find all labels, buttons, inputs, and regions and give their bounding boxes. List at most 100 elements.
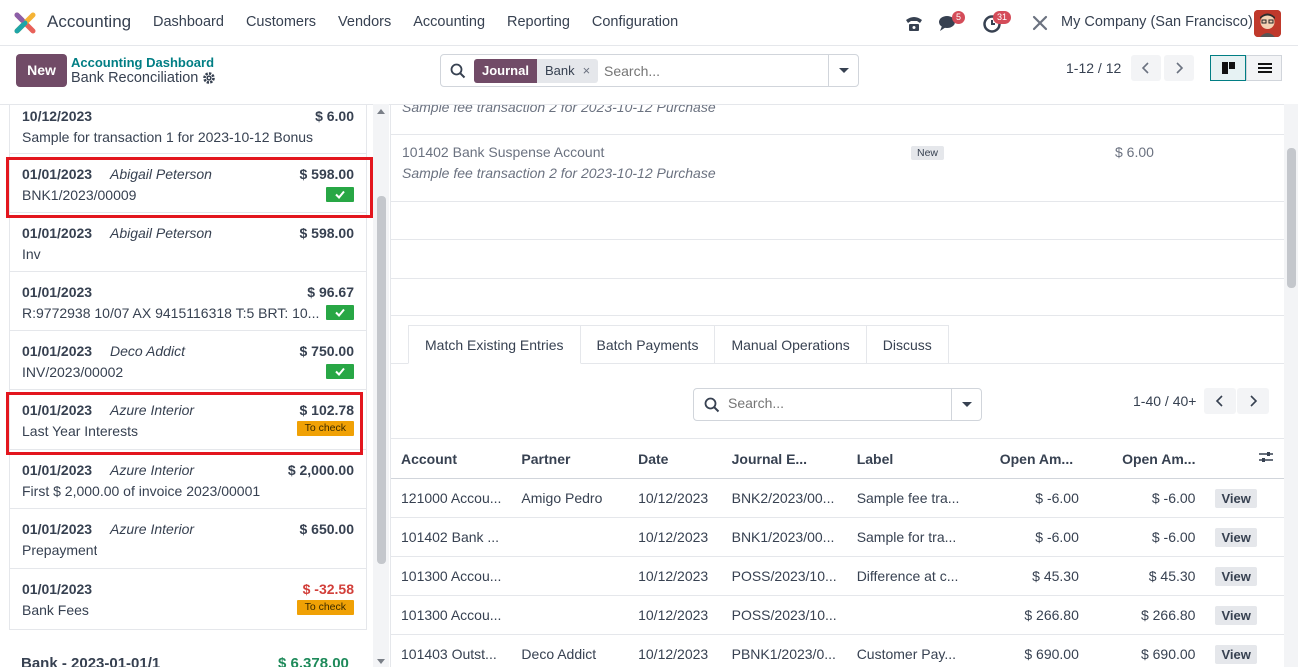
app-name[interactable]: Accounting	[47, 12, 131, 32]
table-row[interactable]: 101402 Bank ... 10/12/2023 BNK1/2023/00.…	[391, 517, 1284, 557]
statement-line[interactable]: 10/12/2023 $ 6.00 Sample for transaction…	[9, 105, 367, 154]
column-header-label[interactable]: Label	[846, 438, 990, 479]
line-label: INV/2023/00002	[22, 364, 124, 380]
pager-next-button[interactable]	[1164, 55, 1194, 81]
suspense-account-label[interactable]: 101402 Bank Suspense Account	[402, 144, 604, 160]
left-scrollbar[interactable]	[373, 104, 389, 667]
entries-pager-next-button[interactable]	[1237, 388, 1269, 414]
line-date: 01/01/2023	[22, 225, 93, 241]
entries-pager-previous-button[interactable]	[1204, 388, 1236, 414]
kanban-view-button[interactable]	[1210, 55, 1246, 81]
cell-date: 10/12/2023	[628, 595, 722, 635]
menu-dashboard[interactable]: Dashboard	[153, 14, 224, 30]
line-amount: $ 6.00	[315, 108, 354, 124]
search-options-toggle[interactable]	[828, 55, 858, 86]
scrollbar-thumb[interactable]	[1287, 148, 1296, 288]
cell-open-amount: $ -6.00	[989, 517, 1089, 557]
table-row[interactable]: 121000 Accou... Amigo Pedro 10/12/2023 B…	[391, 478, 1284, 518]
list-view-button[interactable]	[1246, 55, 1282, 81]
accounting-app-icon[interactable]	[14, 12, 36, 34]
company-switcher[interactable]: My Company (San Francisco)	[1061, 14, 1253, 30]
menu-configuration[interactable]: Configuration	[592, 14, 678, 30]
user-avatar[interactable]	[1254, 10, 1281, 37]
pager-previous-button[interactable]	[1131, 55, 1161, 81]
statement-group-title[interactable]: Bank - 2023-01-01/1	[21, 655, 160, 667]
line-date: 01/01/2023	[22, 343, 93, 359]
line-label: Sample for transaction 1 for 2023-10-12 …	[22, 129, 314, 145]
tab-batch-payments[interactable]: Batch Payments	[580, 325, 716, 364]
cell-open-amount: $ 266.80	[989, 595, 1089, 635]
cell-label: Sample for tra...	[846, 517, 990, 557]
scrollbar-thumb[interactable]	[377, 196, 386, 564]
entries-search-input[interactable]	[728, 395, 938, 411]
menu-reporting[interactable]: Reporting	[507, 14, 570, 30]
cell-journal-entry: BNK2/2023/00...	[721, 478, 847, 518]
entries-search-options-toggle[interactable]	[951, 389, 981, 420]
breadcrumb-parent[interactable]: Accounting Dashboard	[71, 55, 214, 70]
search-input[interactable]	[604, 61, 824, 81]
cell-account: 101300 Accou...	[391, 556, 512, 596]
table-row[interactable]: 101300 Accou... 10/12/2023 POSS/2023/10.…	[391, 595, 1284, 635]
right-scrollbar[interactable]	[1284, 104, 1298, 667]
menu-accounting[interactable]: Accounting	[413, 14, 485, 30]
cell-label: Sample fee tra...	[846, 478, 990, 518]
new-button[interactable]: New	[16, 54, 67, 87]
pager-value[interactable]: 1-12 / 12	[1066, 60, 1121, 76]
statement-line[interactable]: 01/01/2023 Abigail Peterson $ 598.00 Inv	[9, 213, 367, 272]
statement-line[interactable]: 01/01/2023 Azure Interior $ 650.00 Prepa…	[9, 509, 367, 569]
menu-vendors[interactable]: Vendors	[338, 14, 391, 30]
new-badge: New	[911, 146, 945, 160]
cell-account: 101402 Bank ...	[391, 517, 512, 557]
statement-line[interactable]: 01/01/2023 $ 96.67 R:9772938 10/07 AX 94…	[9, 272, 367, 331]
cell-open-amount-currency: $ 45.30	[1088, 556, 1206, 596]
suspense-line-amount: $ 6.00	[1115, 144, 1154, 160]
main-menu: Dashboard Customers Vendors Accounting R…	[153, 14, 700, 30]
column-header-journal-entry[interactable]: Journal E...	[721, 438, 847, 479]
menu-customers[interactable]: Customers	[246, 14, 316, 30]
table-row[interactable]: 101300 Accou... 10/12/2023 POSS/2023/10.…	[391, 556, 1284, 596]
column-header-partner[interactable]: Partner	[511, 438, 629, 479]
bank-statement-lines-panel: 10/12/2023 $ 6.00 Sample for transaction…	[0, 104, 390, 667]
line-date: 01/01/2023	[22, 581, 93, 597]
search-icon	[450, 63, 466, 79]
column-header-open-amount[interactable]: Open Am...	[989, 438, 1089, 479]
breadcrumb-current: Bank Reconciliation	[71, 70, 199, 86]
cell-open-amount-currency: $ 266.80	[1088, 595, 1206, 635]
facet-remove-icon[interactable]: ×	[583, 63, 591, 78]
view-button[interactable]: View	[1215, 605, 1257, 625]
chevron-left-icon	[1141, 62, 1149, 74]
optional-columns-icon[interactable]	[1258, 450, 1274, 464]
cell-date: 10/12/2023	[628, 556, 722, 596]
partial-line-label: Sample fee transaction 2 for 2023-10-12 …	[402, 104, 716, 115]
divider	[391, 278, 1284, 279]
line-date: 01/01/2023	[22, 521, 93, 537]
phone-icon[interactable]	[903, 12, 925, 34]
line-date: 10/12/2023	[22, 108, 93, 124]
entries-pager-value[interactable]: 1-40 / 40+	[1133, 393, 1196, 409]
tab-manual-operations[interactable]: Manual Operations	[715, 325, 867, 364]
view-button[interactable]: View	[1215, 488, 1257, 508]
tab-match-existing-entries[interactable]: Match Existing Entries	[408, 325, 581, 364]
gear-icon[interactable]	[202, 71, 216, 85]
scroll-down-arrow-icon[interactable]	[377, 659, 385, 664]
column-header-open-amount-currency[interactable]: Open Am...	[1088, 438, 1206, 479]
chevron-right-icon	[1176, 62, 1184, 74]
cell-open-amount-currency: $ -6.00	[1088, 478, 1206, 518]
table-row[interactable]: 101403 Outst... Deco Addict 10/12/2023 P…	[391, 634, 1284, 667]
list-icon	[1258, 63, 1272, 73]
view-button[interactable]: View	[1215, 527, 1257, 547]
view-button[interactable]: View	[1215, 644, 1257, 664]
view-button[interactable]: View	[1215, 566, 1257, 586]
cell-open-amount-currency: $ 690.00	[1088, 634, 1206, 667]
statement-line[interactable]: 01/01/2023 Azure Interior $ 2,000.00 Fir…	[9, 450, 367, 509]
column-header-date[interactable]: Date	[628, 438, 722, 479]
line-amount: $ 650.00	[299, 521, 355, 537]
scroll-up-arrow-icon[interactable]	[377, 109, 385, 114]
statement-line[interactable]: 01/01/2023 $ -32.58 Bank Fees To check	[9, 569, 367, 630]
tab-discuss[interactable]: Discuss	[866, 325, 949, 364]
column-header-account[interactable]: Account	[391, 438, 512, 479]
tools-icon[interactable]	[1029, 12, 1051, 34]
highlight-box	[6, 157, 373, 218]
statement-line[interactable]: 01/01/2023 Deco Addict $ 750.00 INV/2023…	[9, 331, 367, 390]
search-bar: Journal Bank ×	[440, 54, 859, 87]
